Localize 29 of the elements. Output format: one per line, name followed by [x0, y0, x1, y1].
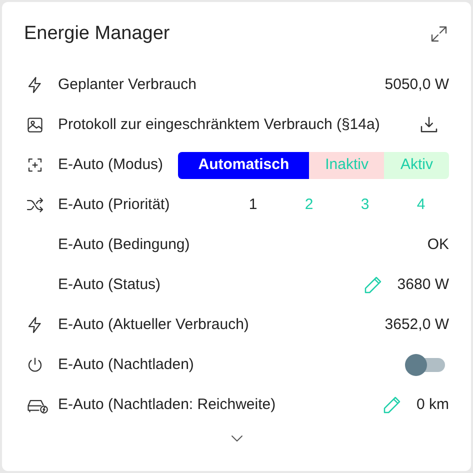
- priority-option[interactable]: 2: [281, 194, 337, 216]
- row-label: E-Auto (Bedingung): [58, 234, 190, 255]
- image-icon: [26, 116, 44, 134]
- chevron-down-icon[interactable]: [230, 435, 242, 443]
- row-label: Geplanter Verbrauch: [58, 74, 196, 95]
- mode-option[interactable]: Inaktiv: [309, 152, 384, 178]
- power-icon: [26, 356, 44, 374]
- priority-option[interactable]: 3: [337, 194, 393, 216]
- row-label: Protokoll zur eingeschränktem Verbrauch (§14a): [58, 114, 380, 135]
- card-title: Energie Manager: [24, 22, 170, 46]
- value-text: OK: [427, 234, 449, 255]
- row-label: E-Auto (Nachtladen): [58, 354, 194, 375]
- frame-icon: [26, 156, 44, 174]
- priority-option[interactable]: 4: [393, 194, 449, 216]
- row-label: E-Auto (Priorität): [58, 194, 170, 215]
- row-label: E-Auto (Nachtladen: Reichweite): [58, 394, 276, 415]
- row-label: E-Auto (Aktueller Verbrauch): [58, 314, 249, 335]
- row-label: E-Auto (Modus): [58, 154, 164, 175]
- row-label: E-Auto (Status): [58, 274, 161, 295]
- download-icon[interactable]: [419, 115, 439, 135]
- value-text: 5050,0 W: [384, 74, 449, 95]
- mode-option[interactable]: Automatisch: [178, 152, 310, 178]
- shuffle-icon: [26, 196, 44, 214]
- mode-option[interactable]: Aktiv: [384, 152, 449, 178]
- value-text: 3680 W: [397, 274, 449, 295]
- priority-option[interactable]: 1: [225, 194, 281, 216]
- value-text: 3652,0 W: [384, 314, 449, 335]
- value-text: 0 km: [416, 394, 449, 415]
- expand-icon[interactable]: [431, 26, 447, 42]
